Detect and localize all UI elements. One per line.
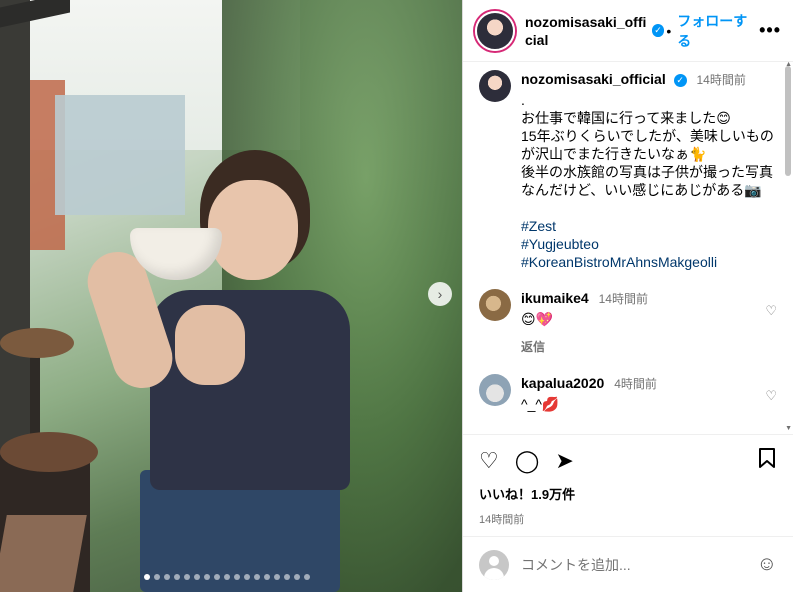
carousel-dot xyxy=(244,574,250,580)
author-username[interactable]: nozomisasaki_official xyxy=(525,13,648,49)
comment-input[interactable] xyxy=(521,556,745,573)
commenter-username[interactable]: ikumaike4 xyxy=(521,290,589,306)
caption-avatar[interactable] xyxy=(479,70,511,102)
post-header: nozomisasaki_official ✓ • フォローする ••• xyxy=(463,0,793,62)
action-icons: ♡ ◯ ➤ xyxy=(479,447,777,474)
carousel-dot xyxy=(194,574,200,580)
hashtag-link[interactable]: #KoreanBistroMrAhnsMakgeolli xyxy=(521,253,777,271)
more-options-icon[interactable]: ••• xyxy=(759,20,781,41)
carousel-dot xyxy=(224,574,230,580)
comment-body: kapalua2020 4時間前 ^_^💋 xyxy=(521,374,657,413)
header-separator: • xyxy=(666,22,672,39)
photo-table xyxy=(0,328,74,358)
person-arm-right xyxy=(175,305,245,385)
photo-person xyxy=(79,140,350,592)
carousel-dot xyxy=(174,574,180,580)
comment-bubble-icon[interactable]: ◯ xyxy=(515,448,540,473)
author-username-text[interactable]: nozomisasaki_official xyxy=(525,14,646,48)
guest-avatar-icon xyxy=(479,549,509,580)
author-avatar[interactable] xyxy=(475,10,515,51)
comment-like-heart-icon[interactable]: ♡ xyxy=(765,388,777,404)
comment-time[interactable]: 14時間前 xyxy=(599,292,648,306)
comment-item: kapalua2020 4時間前 ^_^💋 ♡ xyxy=(479,374,777,413)
next-slide-button[interactable]: › xyxy=(428,282,452,306)
comment-item: ikumaike4 14時間前 😊💖 返信 ♡ xyxy=(479,289,777,356)
carousel-dot xyxy=(204,574,210,580)
comments-area: nozomisasaki_official ✓ 14時間前 . お仕事で韓国に行… xyxy=(463,62,793,434)
like-heart-icon[interactable]: ♡ xyxy=(479,448,499,473)
carousel-dot xyxy=(274,574,280,580)
comment-body: ikumaike4 14時間前 😊💖 返信 xyxy=(521,289,648,356)
post-photo[interactable]: › xyxy=(0,0,462,592)
carousel-dot xyxy=(254,574,260,580)
carousel-dot xyxy=(214,574,220,580)
reply-button[interactable]: 返信 xyxy=(521,338,648,356)
add-comment-bar: ☺ xyxy=(463,536,793,592)
chevron-right-icon: › xyxy=(437,286,443,302)
comment-time[interactable]: 4時間前 xyxy=(614,377,657,391)
verified-badge-icon: ✓ xyxy=(651,24,665,37)
caption-hashtags: #Zest #Yugjeubteo #KoreanBistroMrAhnsMak… xyxy=(521,217,777,271)
carousel-dot xyxy=(144,574,150,580)
carousel-dot xyxy=(264,574,270,580)
caption-text: . お仕事で韓国に行って来ました😊 15年ぶりくらいでしたが、美味しいものが沢山… xyxy=(521,92,774,198)
carousel-dot xyxy=(234,574,240,580)
carousel-dot xyxy=(184,574,190,580)
post-actions: ♡ ◯ ➤ いいね！1.9万件 14時間前 xyxy=(463,434,793,536)
like-count[interactable]: いいね！1.9万件 xyxy=(479,484,777,503)
photo-stool xyxy=(0,432,98,472)
person-face xyxy=(208,180,298,280)
instagram-post: › nozomisasaki_official ✓ • フォローする ••• ▲… xyxy=(0,0,793,592)
commenter-avatar[interactable] xyxy=(479,374,511,406)
carousel-dots xyxy=(144,574,310,580)
carousel-dot xyxy=(294,574,300,580)
caption-body: nozomisasaki_official ✓ 14時間前 . お仕事で韓国に行… xyxy=(521,70,777,271)
caption-verified-icon: ✓ xyxy=(673,73,687,87)
comment-text: 😊💖 xyxy=(521,311,554,327)
follow-button[interactable]: フォローする xyxy=(677,11,759,51)
hashtag-link[interactable]: #Yugjeubteo xyxy=(521,235,777,253)
comment-text: ^_^💋 xyxy=(521,396,560,412)
post-timestamp[interactable]: 14時間前 xyxy=(479,511,777,527)
save-bookmark-icon[interactable] xyxy=(757,447,777,474)
caption-username[interactable]: nozomisasaki_official xyxy=(521,71,666,87)
post-caption: nozomisasaki_official ✓ 14時間前 . お仕事で韓国に行… xyxy=(479,70,777,271)
bookmark-icon xyxy=(759,448,775,468)
hashtag-link[interactable]: #Zest xyxy=(521,217,777,235)
emoji-smiley-icon[interactable]: ☺ xyxy=(757,553,777,576)
photo-foreground-table xyxy=(0,515,87,592)
commenter-username[interactable]: kapalua2020 xyxy=(521,375,604,391)
carousel-dot xyxy=(154,574,160,580)
carousel-dot xyxy=(304,574,310,580)
commenter-avatar[interactable] xyxy=(479,289,511,321)
caption-time[interactable]: 14時間前 xyxy=(697,73,746,87)
carousel-dot xyxy=(164,574,170,580)
comment-like-heart-icon[interactable]: ♡ xyxy=(765,303,777,319)
carousel-dot xyxy=(284,574,290,580)
share-paper-plane-icon[interactable]: ➤ xyxy=(555,448,573,473)
post-side-panel: nozomisasaki_official ✓ • フォローする ••• ▲ ▼… xyxy=(462,0,793,592)
